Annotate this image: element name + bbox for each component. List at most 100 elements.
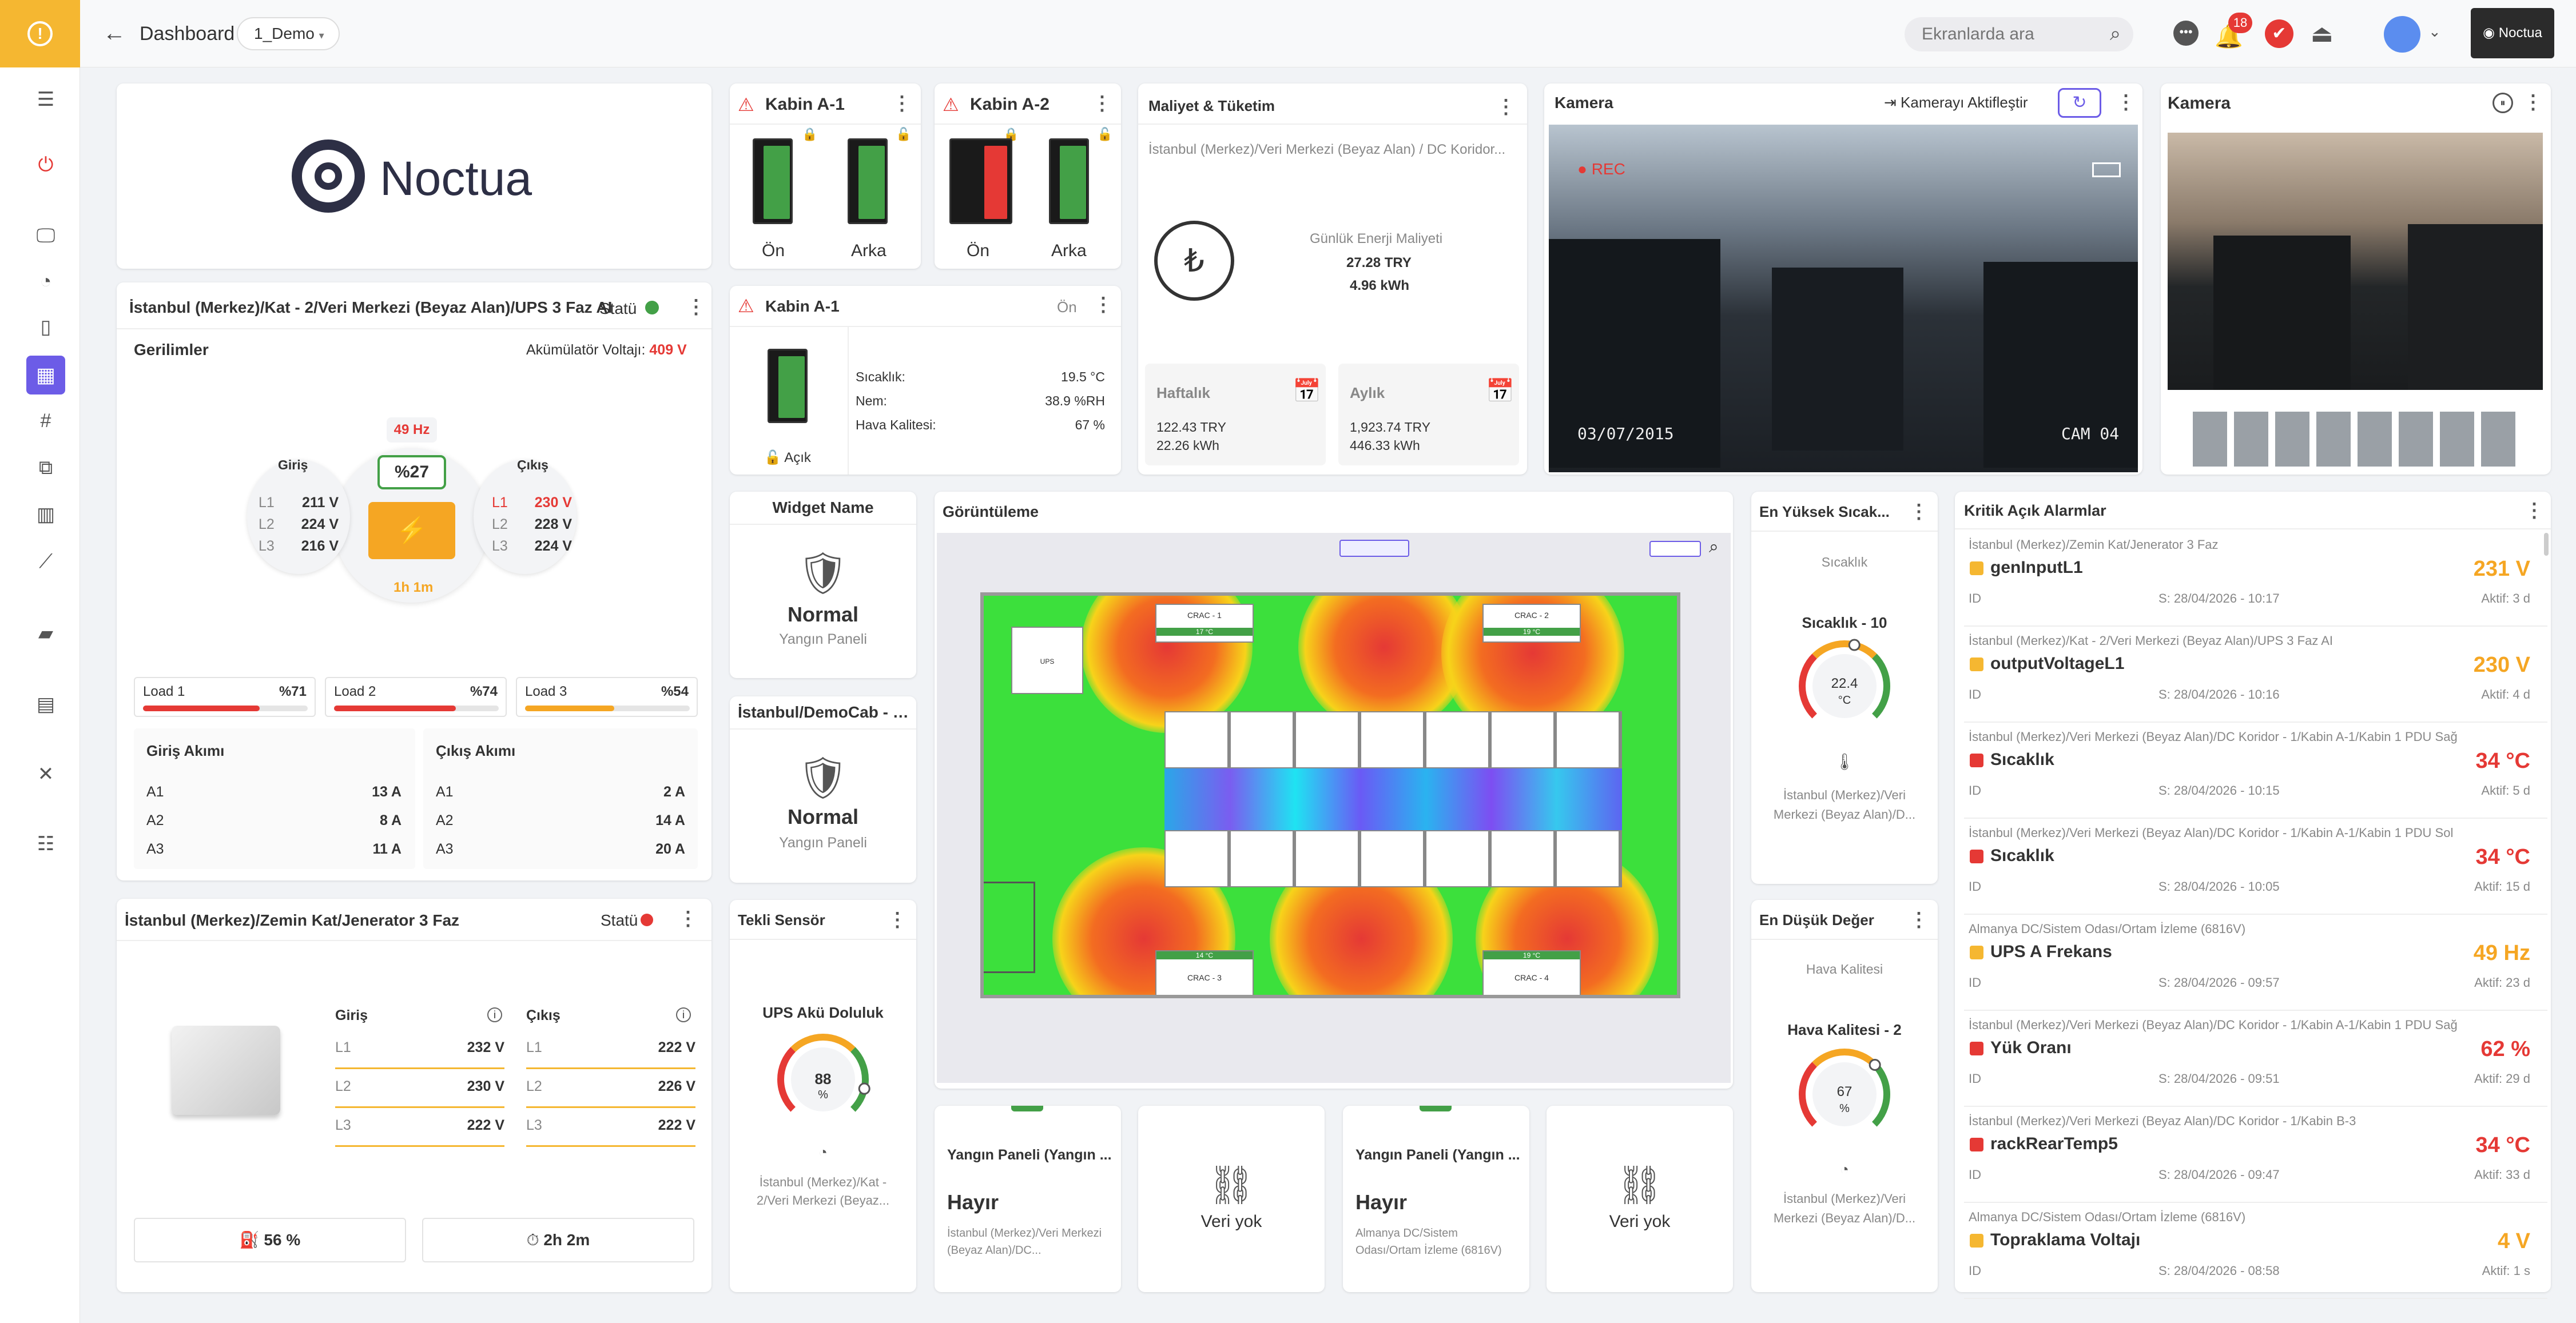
input-current-list: A1 13 A A2 8 A A3 11 A	[146, 778, 401, 863]
alarm-since: S: 28/04/2026 - 10:16	[2158, 687, 2280, 702]
search-box[interactable]: ⌕	[1905, 17, 2133, 51]
air-quality-value: 67 %	[1075, 417, 1105, 432]
alarm-active: Aktif: 15 d	[2474, 879, 2530, 894]
alarm-shield-icon[interactable]: ✔	[2265, 19, 2293, 48]
dashboard-nav-button[interactable]: ▦	[26, 356, 65, 394]
air-quality-label: Hava Kalitesi:	[856, 417, 936, 432]
alarm-active: Aktif: 33 d	[2474, 1167, 2530, 1182]
server-icon[interactable]: ▯	[33, 314, 58, 340]
layer-select[interactable]	[1649, 541, 1701, 557]
camera-menu-icon[interactable]: ⋮	[2116, 93, 2136, 112]
alarm-row[interactable]: İstanbul (Merkez)/Veri Merkezi (Beyaz Al…	[1964, 723, 2547, 819]
fire-value: Hayır	[1355, 1190, 1408, 1214]
alert-logo-button[interactable]: !	[0, 0, 80, 67]
gauge-value: 67	[1836, 1084, 1853, 1099]
topology-icon[interactable]: ⧉	[33, 455, 58, 480]
alarm-row[interactable]: İstanbul (Merkez)/Veri Merkezi (Beyaz Al…	[1964, 1107, 2547, 1203]
info-icon[interactable]: i	[676, 1007, 691, 1022]
activate-camera-button[interactable]: ⇥ Kamerayı Aktifleştir	[1884, 94, 2028, 111]
cost-menu-icon[interactable]: ⋮	[1496, 97, 1516, 117]
briefcase-icon[interactable]: ▰	[33, 621, 58, 646]
hash-icon[interactable]: #	[33, 408, 58, 433]
load-bar-fill	[143, 706, 260, 711]
alarm-value: 230 V	[2473, 653, 2530, 677]
alarm-severity-dot	[1970, 1234, 1983, 1248]
siren-icon[interactable]: ⏏	[2311, 19, 2333, 47]
toolbar-chip[interactable]	[1339, 540, 1409, 557]
crac-label: CRAC - 1	[1187, 611, 1222, 620]
zoom-search-icon[interactable]: ⌕	[1709, 537, 1719, 557]
monitor-icon[interactable]: 🖵	[33, 223, 58, 248]
ups-menu-icon[interactable]: ⋮	[686, 297, 706, 317]
camera-card-2: Kamera ⏸ ⋮	[2161, 83, 2551, 475]
alarms-menu-icon[interactable]: ⋮	[2525, 501, 2544, 520]
refresh-button[interactable]: ↻	[2058, 88, 2101, 118]
power-icon[interactable]: ⏻	[33, 152, 58, 177]
phase-label: L3	[259, 538, 275, 554]
back-arrow-icon[interactable]: ←	[103, 21, 126, 46]
report-icon[interactable]: ▤	[33, 692, 58, 717]
output-voltages: L1 230 V L2 228 V L3 224 V	[492, 492, 572, 557]
camera-menu-icon[interactable]: ⋮	[2523, 93, 2543, 112]
rack-door	[1060, 146, 1086, 219]
lowest-title: En Düşük Değer	[1759, 911, 1874, 929]
divider	[1955, 528, 2551, 529]
floorplan-area[interactable]: ⌕ UPS CRAC - 1 17 °C CRAC - 2 19 °C 14 °C C…	[937, 533, 1731, 1083]
divider	[117, 328, 711, 329]
alarm-row[interactable]: İstanbul (Merkez)/Kat - 2/Veri Merkezi (…	[1964, 627, 2547, 723]
door	[984, 882, 1035, 973]
crac-label: CRAC - 4	[1514, 973, 1549, 982]
alarm-row[interactable]: İstanbul (Merkez)/Zemin Kat/Jenerator 3 …	[1964, 531, 2547, 627]
calendar-icon[interactable]: 📅	[1293, 377, 1321, 404]
env-readings: Sıcaklık: 19.5 °C Nem: 38.9 %RH Hava Kalit…	[856, 365, 1105, 437]
dashboard-title: Dashboard	[140, 23, 235, 45]
chat-icon[interactable]: •••	[2173, 21, 2199, 46]
alarm-active: Aktif: 3 d	[2481, 591, 2530, 605]
search-input[interactable]	[1922, 23, 2093, 46]
alarm-row[interactable]: İstanbul (Merkez)/Veri Merkezi (Beyaz Al…	[1964, 1011, 2547, 1107]
map-icon[interactable]: ▥	[33, 502, 58, 527]
sensor-menu-icon[interactable]: ⋮	[888, 910, 907, 930]
phase-value: 211 V	[302, 495, 339, 511]
activate-camera-label: Kamerayı Aktifleştir	[1901, 94, 2028, 111]
user-menu-chevron-icon[interactable]: ⌄	[2428, 23, 2441, 41]
tools-icon[interactable]: ✕	[33, 762, 58, 787]
speedometer-icon: ◔	[1840, 1161, 1849, 1178]
user-avatar[interactable]	[2384, 16, 2420, 53]
pause-icon[interactable]: ⏸	[2492, 93, 2513, 113]
generator-menu-icon[interactable]: ⋮	[678, 909, 698, 929]
lowest-menu-icon[interactable]: ⋮	[1909, 910, 1929, 930]
left-sidebar	[0, 0, 80, 1323]
info-icon[interactable]: i	[487, 1007, 502, 1022]
visualization-card: Görüntüleme ⌕ UPS CRAC - 1 17 °C CRAC - 2…	[935, 492, 1733, 1089]
menu-icon[interactable]: ☰	[33, 87, 58, 112]
demo-select[interactable]: 1_Demo ▾	[237, 17, 340, 50]
rack-row-top	[1164, 711, 1622, 768]
front-label: Ön	[762, 241, 785, 260]
alarm-id: ID	[1969, 783, 1981, 798]
cabinet-menu-icon[interactable]: ⋮	[1094, 295, 1113, 314]
camera-thumbnails[interactable]	[2193, 412, 2519, 467]
cabinet-menu-icon[interactable]: ⋮	[1092, 94, 1112, 113]
server-row	[1772, 268, 1903, 451]
divider	[730, 728, 916, 730]
alarm-row[interactable]: Almanya DC/Sistem Odası/Ortam İzleme (68…	[1964, 1203, 2547, 1299]
highest-menu-icon[interactable]: ⋮	[1909, 502, 1929, 521]
alarm-active: Aktif: 23 d	[2474, 975, 2530, 990]
speedometer-icon[interactable]: ◔	[33, 269, 58, 294]
alarm-severity-dot	[1970, 1138, 1983, 1151]
alarm-id: ID	[1969, 1264, 1981, 1278]
generator-status-dot	[641, 914, 653, 926]
ups-status-dot	[645, 301, 659, 314]
phase-value: 230 V	[534, 495, 572, 511]
phase-value: 216 V	[301, 538, 339, 554]
temperature-value: 19.5 °C	[1061, 369, 1105, 384]
analytics-icon[interactable]: ⟋	[33, 549, 58, 574]
calendar-icon[interactable]: 📅	[1486, 377, 1514, 404]
settings-sliders-icon[interactable]: ☷	[33, 831, 58, 856]
top-bar	[80, 0, 2576, 67]
alarm-row[interactable]: İstanbul (Merkez)/Veri Merkezi (Beyaz Al…	[1964, 819, 2547, 915]
highest-title: En Yüksek Sıcak...	[1759, 503, 1890, 520]
cabinet-menu-icon[interactable]: ⋮	[892, 94, 912, 113]
alarm-row[interactable]: Almanya DC/Sistem Odası/Ortam İzleme (68…	[1964, 915, 2547, 1011]
